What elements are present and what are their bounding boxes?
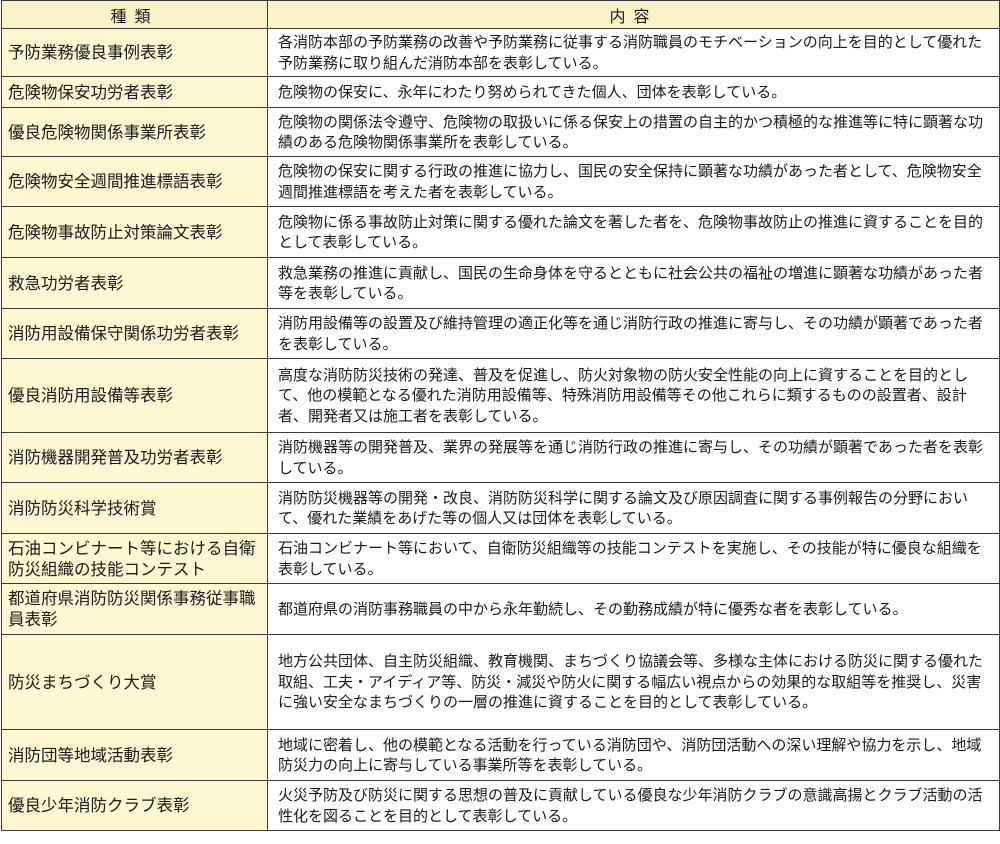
type-column-header: 種類 xyxy=(1,0,268,29)
award-type: 防災まちづくり大賞 xyxy=(1,634,268,730)
table-row: 消防機器開発普及功労者表彰 消防機器等の開発普及、業界の発展等を通じ消防行政の推… xyxy=(1,432,1000,483)
award-type: 消防機器開発普及功労者表彰 xyxy=(1,432,268,483)
award-description: 消防用設備等の設置及び維持管理の適正化等を通じ消防行政の推進に寄与し、その功績が… xyxy=(267,308,1000,359)
award-type: 石油コンビナート等における自衛防災組織の技能コンテスト xyxy=(1,533,268,584)
table-row: 優良少年消防クラブ表彰 火災予防及び防災に関する思想の普及に貢献している優良な少… xyxy=(1,780,1000,831)
table-row: 危険物事故防止対策論文表彰 危険物に係る事故防止対策に関する優れた論文を著した者… xyxy=(1,206,1000,258)
award-description: 消防機器等の開発普及、業界の発展等を通じ消防行政の推進に寄与し、その功績が顕著で… xyxy=(267,432,1000,483)
content-column-header: 内容 xyxy=(267,0,1000,29)
table-row: 危険物安全週間推進標語表彰 危険物の保安に関する行政の推進に協力し、国民の安全保… xyxy=(1,156,1000,207)
award-description: 消防防災機器等の開発・改良、消防防災科学に関する論文及び原因調査に関する事例報告… xyxy=(267,482,1000,534)
award-description: 高度な消防防災技術の発達、普及を促進し、防火対象物の防火安全性能の向上に資するこ… xyxy=(267,358,1000,433)
award-description: 危険物に係る事故防止対策に関する優れた論文を著した者を、危険物事故防止の推進に資… xyxy=(267,206,1000,258)
award-type: 消防団等地域活動表彰 xyxy=(1,729,268,781)
award-description: 危険物の保安に関する行政の推進に協力し、国民の安全保持に顕著な功績があった者とし… xyxy=(267,156,1000,207)
table-row: 消防用設備保守関係功労者表彰 消防用設備等の設置及び維持管理の適正化等を通じ消防… xyxy=(1,308,1000,359)
award-type: 優良少年消防クラブ表彰 xyxy=(1,780,268,831)
award-description: 都道府県の消防事務職員の中から永年勤続し、その勤務成績が特に優秀な者を表彰してい… xyxy=(267,583,1000,635)
table-row: 予防業務優良事例表彰 各消防本部の予防業務の改善や予防業務に従事する消防職員のモ… xyxy=(1,28,1000,77)
table-row: 防災まちづくり大賞 地方公共団体、自主防災組織、教育機関、まちづくり協議会等、多… xyxy=(1,634,1000,730)
table-row: 消防団等地域活動表彰 地域に密着し、他の模範となる活動を行っている消防団や、消防… xyxy=(1,729,1000,781)
award-type: 危険物事故防止対策論文表彰 xyxy=(1,206,268,258)
award-description: 危険物の関係法令遵守、危険物の取扱いに係る保安上の措置の自主的かつ積極的な推進等… xyxy=(267,107,1000,157)
table-row: 消防防災科学技術賞 消防防災機器等の開発・改良、消防防災科学に関する論文及び原因… xyxy=(1,482,1000,534)
table-row: 優良消防用設備等表彰 高度な消防防災技術の発達、普及を促進し、防火対象物の防火安… xyxy=(1,358,1000,433)
award-description: 危険物の保安に、永年にわたり努められてきた個人、団体を表彰している。 xyxy=(267,76,1000,108)
award-type: 消防防災科学技術賞 xyxy=(1,482,268,534)
award-description: 救急業務の推進に貢献し、国民の生命身体を守るとともに社会公共の福祉の増進に顕著な… xyxy=(267,257,1000,309)
award-description: 各消防本部の予防業務の改善や予防業務に従事する消防職員のモチベーションの向上を目… xyxy=(267,28,1000,77)
award-type: 消防用設備保守関係功労者表彰 xyxy=(1,308,268,359)
award-description: 地域に密着し、他の模範となる活動を行っている消防団や、消防団活動への深い理解や協… xyxy=(267,729,1000,781)
table-row: 石油コンビナート等における自衛防災組織の技能コンテスト 石油コンビナート等におい… xyxy=(1,533,1000,584)
award-type: 優良危険物関係事業所表彰 xyxy=(1,107,268,157)
award-type: 優良消防用設備等表彰 xyxy=(1,358,268,433)
award-type: 救急功労者表彰 xyxy=(1,257,268,309)
award-description: 地方公共団体、自主防災組織、教育機関、まちづくり協議会等、多様な主体における防災… xyxy=(267,634,1000,730)
award-type: 都道府県消防防災関係事務従事職員表彰 xyxy=(1,583,268,635)
award-type: 予防業務優良事例表彰 xyxy=(1,28,268,77)
award-type: 危険物保安功労者表彰 xyxy=(1,76,268,108)
award-type: 危険物安全週間推進標語表彰 xyxy=(1,156,268,207)
award-description: 石油コンビナート等において、自衛防災組織等の技能コンテストを実施し、その技能が特… xyxy=(267,533,1000,584)
award-description: 火災予防及び防災に関する思想の普及に貢献している優良な少年消防クラブの意識高揚と… xyxy=(267,780,1000,831)
table-row: 救急功労者表彰 救急業務の推進に貢献し、国民の生命身体を守るとともに社会公共の福… xyxy=(1,257,1000,309)
table-row: 危険物保安功労者表彰 危険物の保安に、永年にわたり努められてきた個人、団体を表彰… xyxy=(1,76,1000,108)
header-row: 種類 内容 xyxy=(1,0,1000,29)
table-row: 優良危険物関係事業所表彰 危険物の関係法令遵守、危険物の取扱いに係る保安上の措置… xyxy=(1,107,1000,157)
awards-table: 種類 内容 予防業務優良事例表彰 各消防本部の予防業務の改善や予防業務に従事する… xyxy=(1,0,1000,831)
table-row: 都道府県消防防災関係事務従事職員表彰 都道府県の消防事務職員の中から永年勤続し、… xyxy=(1,583,1000,635)
